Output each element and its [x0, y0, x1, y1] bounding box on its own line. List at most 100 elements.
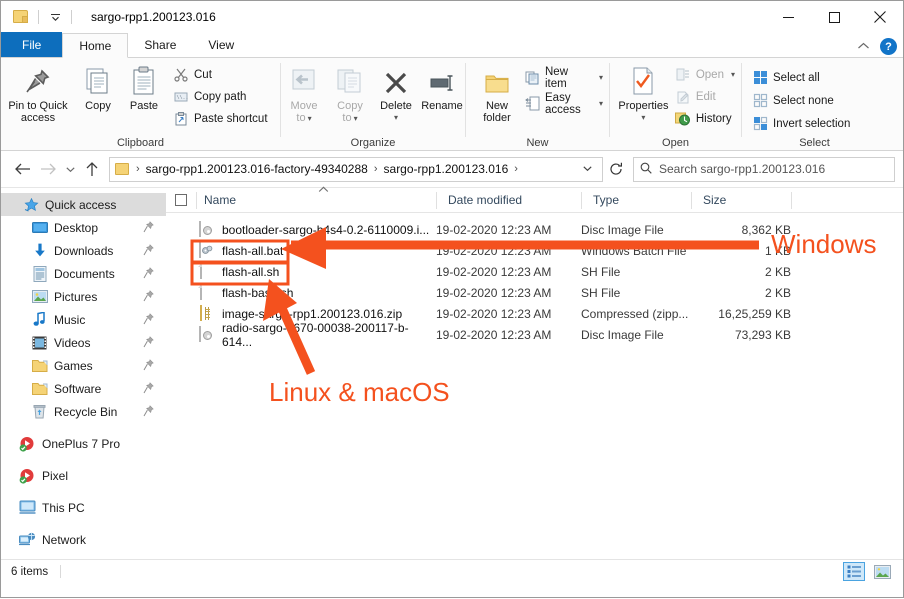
file-type: SH File: [581, 285, 621, 300]
sidebar-item-software[interactable]: Software: [1, 377, 166, 400]
column-header-type[interactable]: Type: [581, 188, 691, 213]
delete-button[interactable]: Delete ▾: [373, 64, 419, 124]
pin-icon[interactable]: [143, 313, 154, 328]
maximize-button[interactable]: [811, 1, 857, 33]
cut-button[interactable]: Cut: [173, 65, 274, 84]
paste-shortcut-icon: [173, 111, 189, 127]
sidebar-item-pixel[interactable]: Pixel: [1, 464, 166, 487]
sidebar-item-oneplus-7-pro[interactable]: OnePlus 7 Pro: [1, 432, 166, 455]
sort-ascending-icon: [318, 185, 329, 196]
tab-file[interactable]: File: [1, 32, 63, 57]
chevron-down-icon[interactable]: [48, 10, 62, 24]
refresh-button[interactable]: [603, 157, 629, 182]
table-row[interactable]: flash-all.sh 19-02-2020 12:23 AM SH File…: [166, 261, 903, 282]
chevron-down-icon: ▾: [393, 113, 398, 122]
file-type: Compressed (zipp...: [581, 306, 689, 321]
copy-path-button[interactable]: \\.. Copy path: [173, 87, 274, 106]
label: Open: [695, 68, 724, 81]
pin-icon[interactable]: [143, 244, 154, 259]
file-type: Windows Batch File: [581, 243, 687, 258]
sidebar-item-quick-access[interactable]: Quick access: [1, 193, 166, 216]
sidebar-item-pictures[interactable]: Pictures: [1, 285, 166, 308]
chevron-up-icon[interactable]: [857, 41, 870, 53]
paste-shortcut-button[interactable]: Paste shortcut: [173, 109, 274, 128]
label: Paste: [129, 100, 159, 112]
tab-home[interactable]: Home: [62, 33, 129, 58]
sidebar-item-videos[interactable]: Videos: [1, 331, 166, 354]
sidebar-item-documents[interactable]: Documents: [1, 262, 166, 285]
large-icons-view-button[interactable]: [871, 562, 893, 581]
column-header-date-modified[interactable]: Date modified: [436, 188, 581, 213]
details-view-button[interactable]: [843, 562, 865, 581]
file-size: 73,293 KB: [734, 327, 791, 342]
close-button[interactable]: [857, 1, 903, 33]
back-button[interactable]: [9, 156, 35, 182]
invert-selection-button[interactable]: Invert selection: [752, 114, 856, 133]
sidebar-item-games[interactable]: Games: [1, 354, 166, 377]
sidebar-item-downloads[interactable]: Downloads: [1, 239, 166, 262]
table-row[interactable]: radio-sargo-q670-00038-200117-b-614... 1…: [166, 321, 903, 349]
label: folder: [483, 112, 511, 124]
pin-icon[interactable]: [143, 267, 154, 282]
search-box[interactable]: Search sargo-rpp1.200123.016: [633, 156, 895, 182]
select-all-button[interactable]: Select all: [752, 68, 856, 87]
label: Select all: [773, 71, 820, 84]
copy-button[interactable]: Copy: [75, 64, 121, 112]
up-button[interactable]: [79, 156, 105, 182]
zip-file-icon: [199, 304, 215, 322]
downloads-icon: [31, 243, 48, 259]
sidebar-item-music[interactable]: Music: [1, 308, 166, 331]
properties-button[interactable]: Properties ▾: [614, 64, 673, 124]
breadcrumb-item[interactable]: sargo-rpp1.200123.016: [382, 162, 511, 176]
minimize-button[interactable]: [765, 1, 811, 33]
new-item-button[interactable]: New item ▾: [524, 66, 609, 90]
edit-button[interactable]: Edit: [675, 87, 741, 106]
open-button[interactable]: Open ▾: [675, 65, 741, 84]
column-header-size[interactable]: Size: [691, 188, 791, 213]
ribbon: Pin to Quick access Copy Paste Cut \\.. …: [1, 58, 903, 151]
pin-icon[interactable]: [143, 359, 154, 374]
table-row[interactable]: flash-base.sh 19-02-2020 12:23 AM SH Fil…: [166, 282, 903, 303]
sidebar-item-desktop[interactable]: Desktop: [1, 216, 166, 239]
rename-icon: [427, 64, 457, 96]
copy-to-button[interactable]: Copy to ▾: [327, 64, 373, 125]
tab-view[interactable]: View: [192, 32, 250, 57]
label: Music: [54, 312, 86, 327]
breadcrumb-item[interactable]: sargo-rpp1.200123.016-factory-49340288: [144, 162, 370, 176]
pin-icon[interactable]: [143, 221, 154, 236]
address-input[interactable]: › sargo-rpp1.200123.016-factory-49340288…: [109, 156, 603, 182]
recent-locations-button[interactable]: [61, 156, 79, 182]
pin-to-quick-access-button[interactable]: Pin to Quick access: [1, 64, 75, 124]
file-size: 2 KB: [764, 264, 791, 279]
label: Software: [54, 381, 102, 396]
pin-icon[interactable]: [143, 382, 154, 397]
pin-icon[interactable]: [143, 405, 154, 420]
new-folder-button[interactable]: New folder: [474, 64, 520, 124]
sidebar-item-this-pc[interactable]: This PC: [1, 496, 166, 519]
label: Edit: [695, 90, 716, 103]
select-all-checkbox[interactable]: [166, 188, 196, 213]
sidebar-item-recycle-bin[interactable]: Recycle Bin: [1, 400, 166, 423]
column-header-name[interactable]: Name: [196, 185, 436, 213]
label: Paste shortcut: [194, 112, 268, 125]
pin-icon[interactable]: [143, 336, 154, 351]
sidebar-item-network[interactable]: Network: [1, 528, 166, 551]
forward-button[interactable]: [35, 156, 61, 182]
ribbon-group-organize: Move to ▾ Copy to ▾ Delete ▾ Rename Orga…: [281, 58, 465, 151]
move-to-button[interactable]: Move to ▾: [281, 64, 327, 125]
generic-file-icon: [199, 283, 215, 301]
label: Documents: [54, 266, 115, 281]
paste-button[interactable]: Paste: [121, 64, 167, 112]
label: Move: [290, 100, 318, 112]
move-to-icon: [289, 64, 319, 96]
properties-icon: [629, 64, 657, 96]
select-none-button[interactable]: Select none: [752, 91, 856, 110]
tab-share[interactable]: Share: [128, 32, 192, 57]
pin-icon[interactable]: [143, 290, 154, 305]
group-label-open: Open: [662, 136, 689, 149]
history-button[interactable]: History: [675, 109, 741, 128]
help-button[interactable]: ?: [880, 38, 897, 55]
chevron-down-icon[interactable]: [575, 164, 600, 174]
easy-access-button[interactable]: Easy access ▾: [524, 92, 609, 116]
rename-button[interactable]: Rename: [419, 64, 465, 112]
